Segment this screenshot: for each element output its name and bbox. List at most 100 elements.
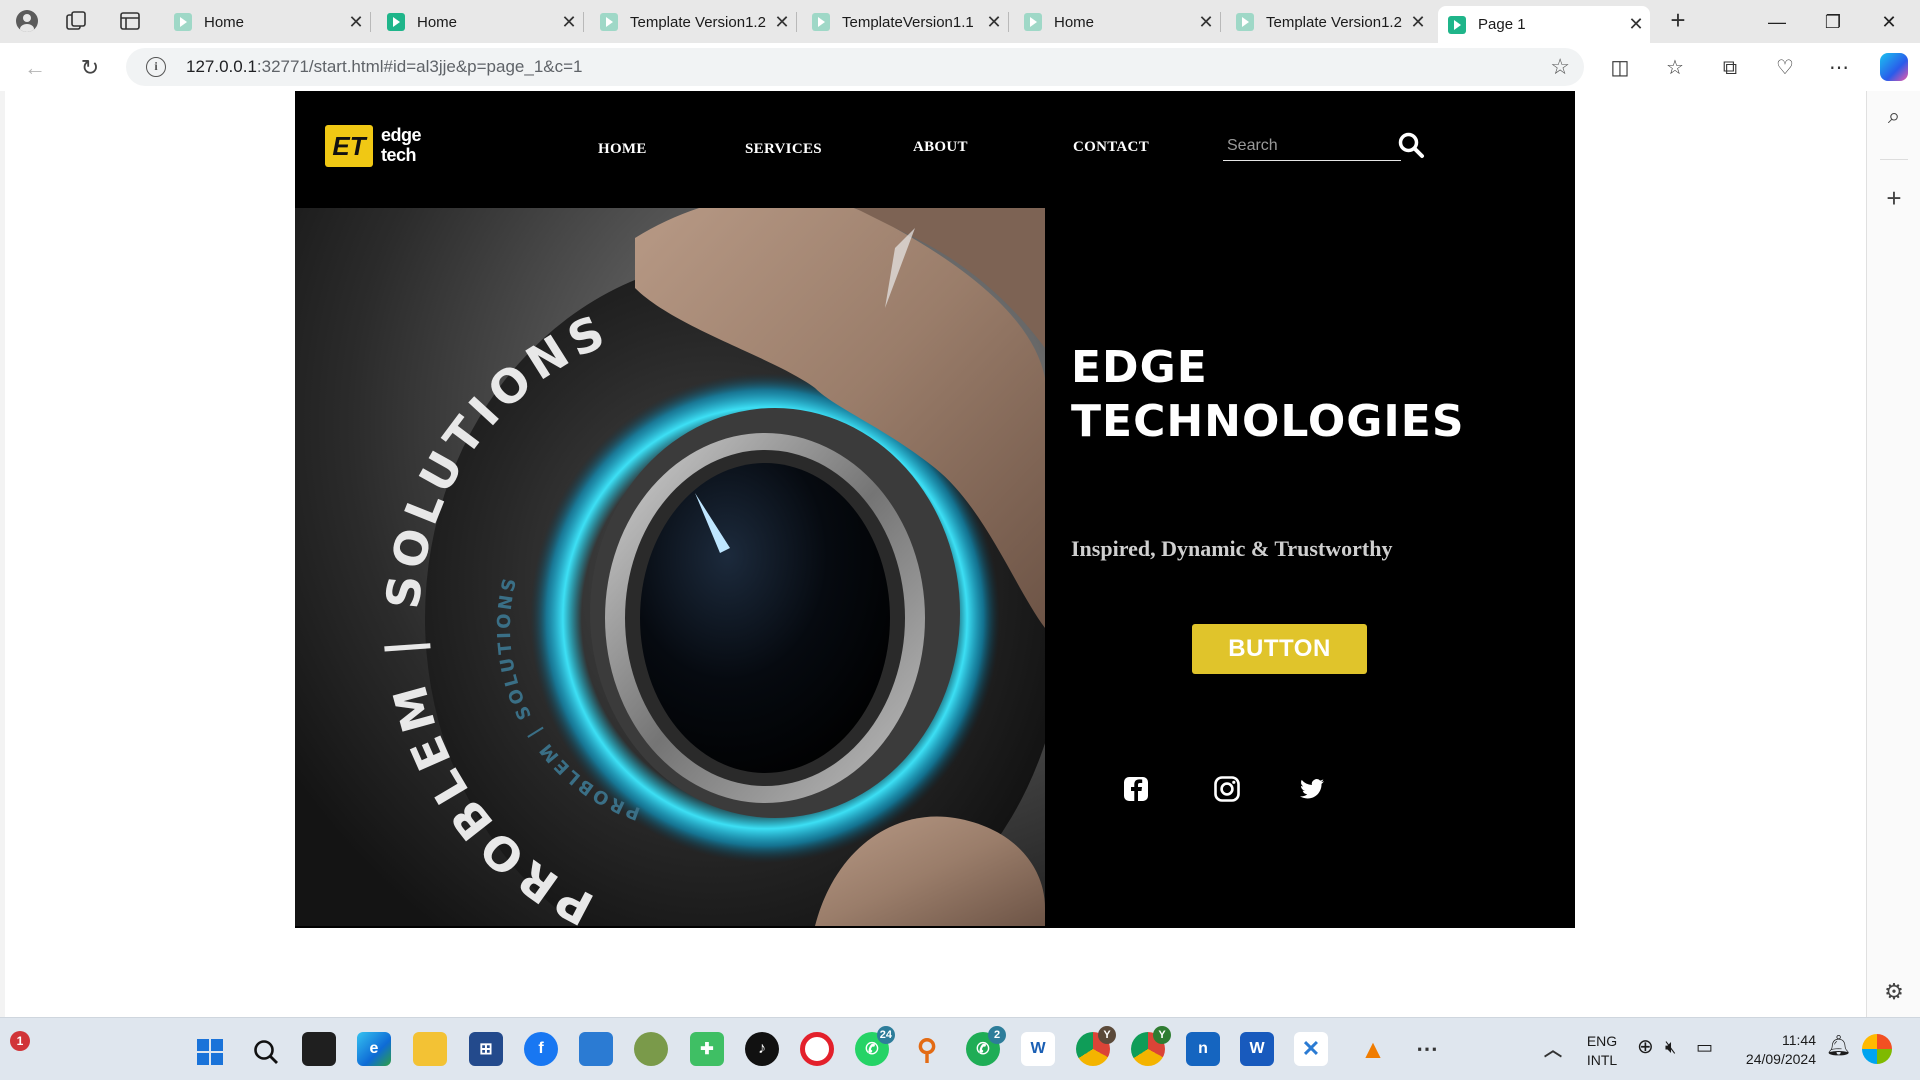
browser-tab[interactable]: Home ✕ — [164, 6, 371, 38]
close-tab-icon[interactable]: ✕ — [768, 12, 796, 33]
battery-icon[interactable]: ▭ — [1696, 1038, 1713, 1057]
notification-count-badge[interactable]: 1 — [10, 1031, 30, 1051]
nav-home[interactable]: HOME — [598, 141, 647, 158]
sidebar-add-icon[interactable]: + — [1881, 185, 1907, 211]
magnifier-app-icon[interactable]: ⚲ — [910, 1032, 944, 1066]
browser-tab[interactable]: TemplateVersion1.1 ✕ — [802, 6, 1009, 38]
close-tab-icon[interactable]: ✕ — [342, 12, 370, 33]
tab-actions-icon[interactable] — [118, 10, 142, 32]
reload-icon[interactable]: ↻ — [75, 53, 105, 83]
whatsapp-business-badge: 2 — [988, 1026, 1006, 1044]
clock-time: 11:44 — [1782, 1032, 1816, 1048]
taskbar-search-icon[interactable] — [252, 1038, 280, 1066]
tab-favicon-icon — [174, 13, 192, 31]
chameleon-app-icon[interactable] — [634, 1032, 668, 1066]
logo-text[interactable]: edge tech — [381, 125, 422, 165]
hero-image: PROBLEM | SOLUTIONS PROBLEM | SOLUTIONS — [295, 208, 1045, 926]
clock[interactable]: 11:44 24/09/2024 — [1736, 1031, 1816, 1069]
opera-icon[interactable] — [800, 1032, 834, 1066]
url-text[interactable]: 127.0.0.1:32771/start.html#id=al3jje&p=p… — [186, 57, 583, 77]
hero-cta-button[interactable]: BUTTON — [1192, 624, 1367, 674]
split-screen-icon[interactable]: ◫ — [1607, 55, 1633, 81]
close-tab-icon[interactable]: ✕ — [1192, 12, 1220, 33]
knob-photo-illustration: PROBLEM | SOLUTIONS PROBLEM | SOLUTIONS — [295, 208, 1045, 926]
nav-services[interactable]: SERVICES — [745, 141, 822, 158]
close-tab-icon[interactable]: ✕ — [555, 12, 583, 33]
more-menu-icon[interactable]: ⋯ — [1826, 55, 1852, 81]
copilot-icon[interactable] — [1880, 53, 1908, 81]
restore-button[interactable]: ❐ — [1810, 8, 1856, 36]
clock-date: 24/09/2024 — [1745, 1051, 1816, 1067]
word-icon[interactable]: W — [1240, 1032, 1274, 1066]
new-tab-button[interactable]: + — [1663, 6, 1693, 36]
vlc-icon[interactable]: ▲ — [1356, 1032, 1390, 1066]
url-host: 127.0.0.1 — [186, 57, 257, 76]
x-app-icon[interactable]: ✕ — [1294, 1032, 1328, 1066]
browser-sidebar: ⌕ + ⚙ — [1866, 91, 1920, 1017]
sidebar-settings-icon[interactable]: ⚙ — [1881, 979, 1907, 1005]
network-icon[interactable]: ⊕ — [1637, 1037, 1654, 1057]
search-input[interactable] — [1223, 133, 1401, 159]
search-icon[interactable] — [1397, 131, 1425, 159]
close-tab-icon[interactable]: ✕ — [1404, 12, 1432, 33]
windows-taskbar: 1 e ⊞ f ✚ ♪ ✆ 24 ⚲ ✆ 2 W Y Y n W ✕ ▲ ⋯ ︿ E… — [0, 1017, 1920, 1080]
more-apps-icon[interactable]: ⋯ — [1410, 1032, 1444, 1066]
address-bar[interactable]: i 127.0.0.1:32771/start.html#id=al3jje&p… — [126, 48, 1584, 86]
favorites-icon[interactable]: ☆ — [1662, 55, 1688, 81]
favorite-star-icon[interactable]: ☆ — [1550, 54, 1570, 80]
sidebar-search-icon[interactable]: ⌕ — [1881, 103, 1907, 129]
tiktok-icon[interactable]: ♪ — [745, 1032, 779, 1066]
browser-tab-active[interactable]: Page 1 ✕ — [1438, 6, 1650, 43]
show-hidden-icons-chevron-icon[interactable]: ︿ — [1536, 1032, 1570, 1066]
whatsapp-icon[interactable]: ✆ 24 — [855, 1026, 895, 1066]
profile-avatar-icon — [16, 10, 38, 32]
word-online-icon[interactable]: W — [1021, 1032, 1055, 1066]
nav-about[interactable]: ABOUT — [913, 139, 968, 156]
browser-tab[interactable]: Home ✕ — [377, 6, 584, 38]
site-info-icon[interactable]: i — [146, 57, 166, 77]
twitter-icon[interactable] — [1297, 774, 1327, 804]
edge-icon[interactable]: e — [357, 1032, 391, 1066]
browser-tab[interactable]: Home ✕ — [1014, 6, 1221, 38]
hero-tagline: Inspired, Dynamic & Trustworthy — [1071, 536, 1393, 561]
nav-contact[interactable]: CONTACT — [1073, 139, 1149, 156]
collections-icon[interactable]: ⧉ — [1717, 55, 1743, 81]
language-indicator[interactable]: ENG INTL — [1580, 1032, 1624, 1070]
tab-title: Home — [417, 13, 458, 31]
browser-tab[interactable]: Template Version1.2 ✕ — [1226, 6, 1432, 38]
n-app-icon[interactable]: n — [1186, 1032, 1220, 1066]
notifications-bell-icon[interactable]: 🔔︎ — [1826, 1036, 1851, 1056]
back-icon[interactable]: ← — [20, 53, 50, 83]
outlook-icon[interactable] — [579, 1032, 613, 1066]
browser-toolbar: ← ↻ i 127.0.0.1:32771/start.html#id=al3j… — [0, 43, 1920, 91]
copilot-taskbar-icon[interactable] — [1862, 1034, 1892, 1064]
close-tab-icon[interactable]: ✕ — [1622, 14, 1650, 35]
close-tab-icon[interactable]: ✕ — [980, 12, 1008, 33]
file-explorer-icon[interactable] — [413, 1032, 447, 1066]
browser-essentials-icon[interactable]: ♡ — [1772, 55, 1798, 81]
tab-title: Home — [204, 13, 245, 31]
workspaces-icon[interactable] — [64, 10, 88, 32]
profile-button[interactable] — [12, 8, 42, 34]
close-window-button[interactable]: ✕ — [1866, 8, 1912, 36]
browser-tab[interactable]: Template Version1.2 ✕ — [590, 6, 797, 38]
chrome-icon-2[interactable]: Y — [1131, 1026, 1171, 1066]
windows-start-icon[interactable] — [196, 1038, 224, 1066]
tab-favicon-icon — [387, 13, 405, 31]
facebook-app-icon[interactable]: f — [524, 1032, 558, 1066]
logo-mark[interactable]: ET — [325, 125, 373, 167]
facebook-icon[interactable] — [1121, 774, 1151, 804]
task-view-icon[interactable] — [302, 1032, 336, 1066]
hero-title-line1: EDGE — [1071, 342, 1208, 393]
tab-favicon-icon — [1024, 13, 1042, 31]
drawing-app-icon[interactable]: ✚ — [690, 1032, 724, 1066]
minimize-button[interactable]: — — [1754, 8, 1800, 36]
site-header: ET edge tech HOME SERVICES ABOUT CONTACT — [295, 91, 1575, 208]
instagram-icon[interactable] — [1212, 774, 1242, 804]
whatsapp-business-icon[interactable]: ✆ 2 — [966, 1026, 1006, 1066]
chrome-icon[interactable]: Y — [1076, 1026, 1116, 1066]
chrome-profile-badge: Y — [1098, 1026, 1116, 1044]
microsoft-store-icon[interactable]: ⊞ — [469, 1032, 503, 1066]
volume-muted-icon[interactable]: 🔇︎ — [1665, 1038, 1676, 1057]
search-field[interactable] — [1223, 133, 1401, 161]
